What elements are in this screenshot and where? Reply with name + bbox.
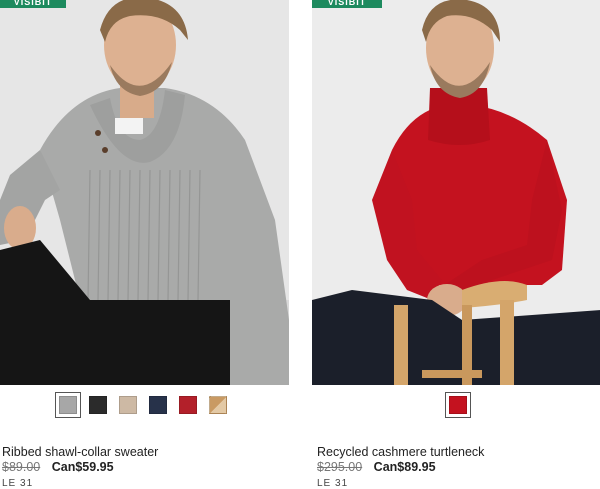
color-swatches [0, 392, 289, 418]
swatch-red[interactable] [445, 392, 471, 418]
swatch-black[interactable] [85, 392, 111, 418]
product-photo-illustration [312, 0, 600, 385]
swatch-beige[interactable] [115, 392, 141, 418]
product-title[interactable]: Recycled cashmere turtleneck [317, 445, 484, 459]
product-title[interactable]: Ribbed shawl-collar sweater [2, 445, 158, 459]
sale-price: Can$89.95 [373, 460, 436, 474]
promo-badge: VISIBIT [312, 0, 382, 8]
product-card[interactable]: VISIBIT Ribbed shawl-collar sweater $89.… [0, 0, 289, 489]
promo-label: LE 31 [317, 478, 349, 489]
old-price: $295.00 [317, 460, 363, 474]
swatch-grey[interactable] [55, 392, 81, 418]
color-swatches [312, 392, 600, 418]
swatch-camel[interactable] [205, 392, 231, 418]
product-image[interactable]: VISIBIT [312, 0, 600, 385]
price-row: $89.00 Can$59.95 [2, 460, 114, 474]
price-row: $295.00 Can$89.95 [317, 460, 436, 474]
promo-badge: VISIBIT [0, 0, 66, 8]
old-price: $89.00 [2, 460, 41, 474]
product-card[interactable]: VISIBIT Recycled cashmere turtleneck $29… [312, 0, 600, 489]
swatch-navy[interactable] [145, 392, 171, 418]
product-photo-illustration [0, 0, 289, 385]
sale-price: Can$59.95 [51, 460, 114, 474]
product-image[interactable]: VISIBIT [0, 0, 289, 385]
promo-label: LE 31 [2, 478, 34, 489]
swatch-red[interactable] [175, 392, 201, 418]
